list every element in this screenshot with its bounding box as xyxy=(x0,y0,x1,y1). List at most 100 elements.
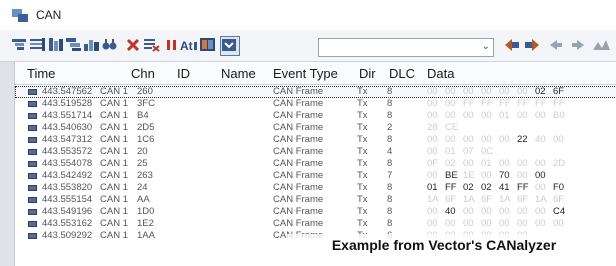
data-byte: 00 xyxy=(445,134,456,145)
id-cell: 1C6 xyxy=(137,134,155,145)
data-byte: 00 xyxy=(517,158,528,169)
time-icon[interactable]: At xyxy=(180,38,197,52)
data-byte: 00 xyxy=(535,170,546,181)
filter-combobox[interactable]: ⌄ xyxy=(318,38,494,57)
dlc-cell: 8 xyxy=(387,182,393,193)
table-row[interactable]: 443.547562 CAN 1 260 CAN Frame Tx 8 00 00 00 00 00… xyxy=(15,86,616,98)
data-byte: 00 xyxy=(463,158,474,169)
data-byte: 1A xyxy=(463,194,475,205)
header-time[interactable]: Time xyxy=(27,66,55,81)
time-cell: 443.555154 xyxy=(42,194,93,205)
channel-cell: CAN 1 xyxy=(100,158,128,169)
frame-icon xyxy=(28,89,37,95)
id-cell: 260 xyxy=(137,86,153,97)
snapshot-icon[interactable] xyxy=(220,36,240,56)
list-icon[interactable] xyxy=(30,38,46,52)
event-type-cell: CAN Frame xyxy=(273,170,324,181)
data-byte: 1A xyxy=(499,194,511,205)
pause-icon[interactable] xyxy=(164,38,180,52)
table-row[interactable]: 443.519528 CAN 1 3FC CAN Frame Tx 8 00 00 FF FF FF… xyxy=(15,98,616,110)
data-byte: 6F xyxy=(445,194,457,205)
data-byte: FF xyxy=(481,98,493,109)
data-byte: B0 xyxy=(553,110,565,121)
time-cell: 443.553572 xyxy=(42,146,93,157)
direction-cell: Tx xyxy=(357,170,368,181)
data-byte: 00 xyxy=(481,134,492,145)
table-row[interactable]: 443.553572 CAN 1 20 CAN Frame Tx 4 00 01 07 0C xyxy=(15,146,616,158)
direction-cell: Tx xyxy=(357,134,368,145)
table-row[interactable]: 443.551714 CAN 1 B4 CAN Frame Tx 8 00 00 00 00 01 0… xyxy=(15,110,616,122)
event-type-cell: CAN Frame xyxy=(273,206,324,217)
data-byte: CE xyxy=(445,122,459,133)
data-byte: 00 xyxy=(481,86,492,97)
table-row[interactable]: 443.553820 CAN 1 24 CAN Frame Tx 8 01 FF 02 02 41 F… xyxy=(15,182,616,194)
data-byte: 00 xyxy=(481,170,492,181)
window-title: CAN xyxy=(36,8,62,22)
header-data[interactable]: Data xyxy=(427,66,454,81)
data-byte: 01 xyxy=(427,182,438,193)
table-row[interactable]: 443.540630 CAN 1 2D5 CAN Frame Tx 2 28 CE xyxy=(15,122,616,134)
direction-cell: Tx xyxy=(357,182,368,193)
data-byte: FF xyxy=(553,98,565,109)
data-byte: 40 xyxy=(535,134,546,145)
channel-cell: CAN 1 xyxy=(100,110,128,121)
dlc-cell: 8 xyxy=(387,134,393,145)
left-splitter[interactable] xyxy=(0,62,15,266)
header-id[interactable]: ID xyxy=(177,66,190,81)
data-byte: 00 xyxy=(463,110,474,121)
dlc-cell: 8 xyxy=(387,218,393,229)
header-dir[interactable]: Dir xyxy=(359,66,376,81)
data-byte: 00 xyxy=(553,134,564,145)
back-icon[interactable] xyxy=(548,38,564,52)
data-byte: FF xyxy=(535,98,547,109)
data-byte: 00 xyxy=(499,134,510,145)
mark-next-icon[interactable] xyxy=(524,38,540,52)
skip-icon[interactable] xyxy=(592,38,610,52)
columns-icon[interactable] xyxy=(48,38,64,52)
forward-icon[interactable] xyxy=(570,38,586,52)
mark-prev-icon[interactable] xyxy=(504,38,520,52)
data-byte: 70 xyxy=(499,170,510,181)
direction-cell: Tx xyxy=(357,218,368,229)
dlc-cell: 8 xyxy=(387,158,393,169)
event-type-cell: CAN Frame xyxy=(273,194,324,205)
time-cell: 443.519528 xyxy=(42,98,93,109)
delete-icon[interactable] xyxy=(126,38,142,52)
table-row[interactable]: 443.542492 CAN 1 263 CAN Frame Tx 7 00 BE 1E 00 70… xyxy=(15,170,616,182)
data-byte: 6F xyxy=(553,194,565,205)
header-name[interactable]: Name xyxy=(221,66,256,81)
header-chn[interactable]: Chn xyxy=(131,66,155,81)
event-type-cell: CAN Frame xyxy=(273,146,324,157)
header-event-type[interactable]: Event Type xyxy=(273,66,338,81)
chart-icon[interactable] xyxy=(84,38,100,52)
data-byte: 00 xyxy=(427,86,438,97)
data-byte: 6F xyxy=(481,194,493,205)
event-type-cell: CAN Frame xyxy=(273,182,324,193)
header-dlc[interactable]: DLC xyxy=(389,66,415,81)
channel-cell: CAN 1 xyxy=(100,206,128,217)
clear-icon[interactable] xyxy=(144,38,160,52)
find-icon[interactable] xyxy=(102,38,118,52)
table-row[interactable]: 443.549196 CAN 1 1D0 CAN Frame Tx 8 00 40 00 00 00… xyxy=(15,206,616,218)
filter-icon[interactable] xyxy=(12,38,28,52)
chevron-down-icon[interactable]: ⌄ xyxy=(482,41,490,52)
data-byte: 6F xyxy=(553,86,565,97)
dlc-cell: 8 xyxy=(387,98,393,109)
id-cell: B4 xyxy=(137,110,149,121)
dlc-cell: 7 xyxy=(387,170,393,181)
data-byte: 02 xyxy=(445,158,456,169)
frame-icon xyxy=(28,233,37,239)
table-row[interactable]: 443.554078 CAN 1 25 CAN Frame Tx 8 0F 02 00 01 00 0… xyxy=(15,158,616,170)
time-cell: 443.551714 xyxy=(42,110,93,121)
table-row[interactable]: 443.555154 CAN 1 AA CAN Frame Tx 8 1A 6F 1A 6F 1A 6… xyxy=(15,194,616,206)
tree-icon[interactable] xyxy=(66,38,82,52)
table-row[interactable]: 443.547312 CAN 1 1C6 CAN Frame Tx 8 00 00 00 00 00… xyxy=(15,134,616,146)
direction-cell: Tx xyxy=(357,146,368,157)
time-cell: 443.547562 xyxy=(42,86,93,97)
dlc-cell: 8 xyxy=(387,206,393,217)
direction-cell: Tx xyxy=(357,110,368,121)
data-byte: 00 xyxy=(481,206,492,217)
frame-icon xyxy=(28,113,37,119)
table-row[interactable]: 443.553162 CAN 1 1E2 CAN Frame Tx 8 00 00 00 00 00… xyxy=(15,218,616,230)
layout-icon[interactable] xyxy=(200,38,216,52)
